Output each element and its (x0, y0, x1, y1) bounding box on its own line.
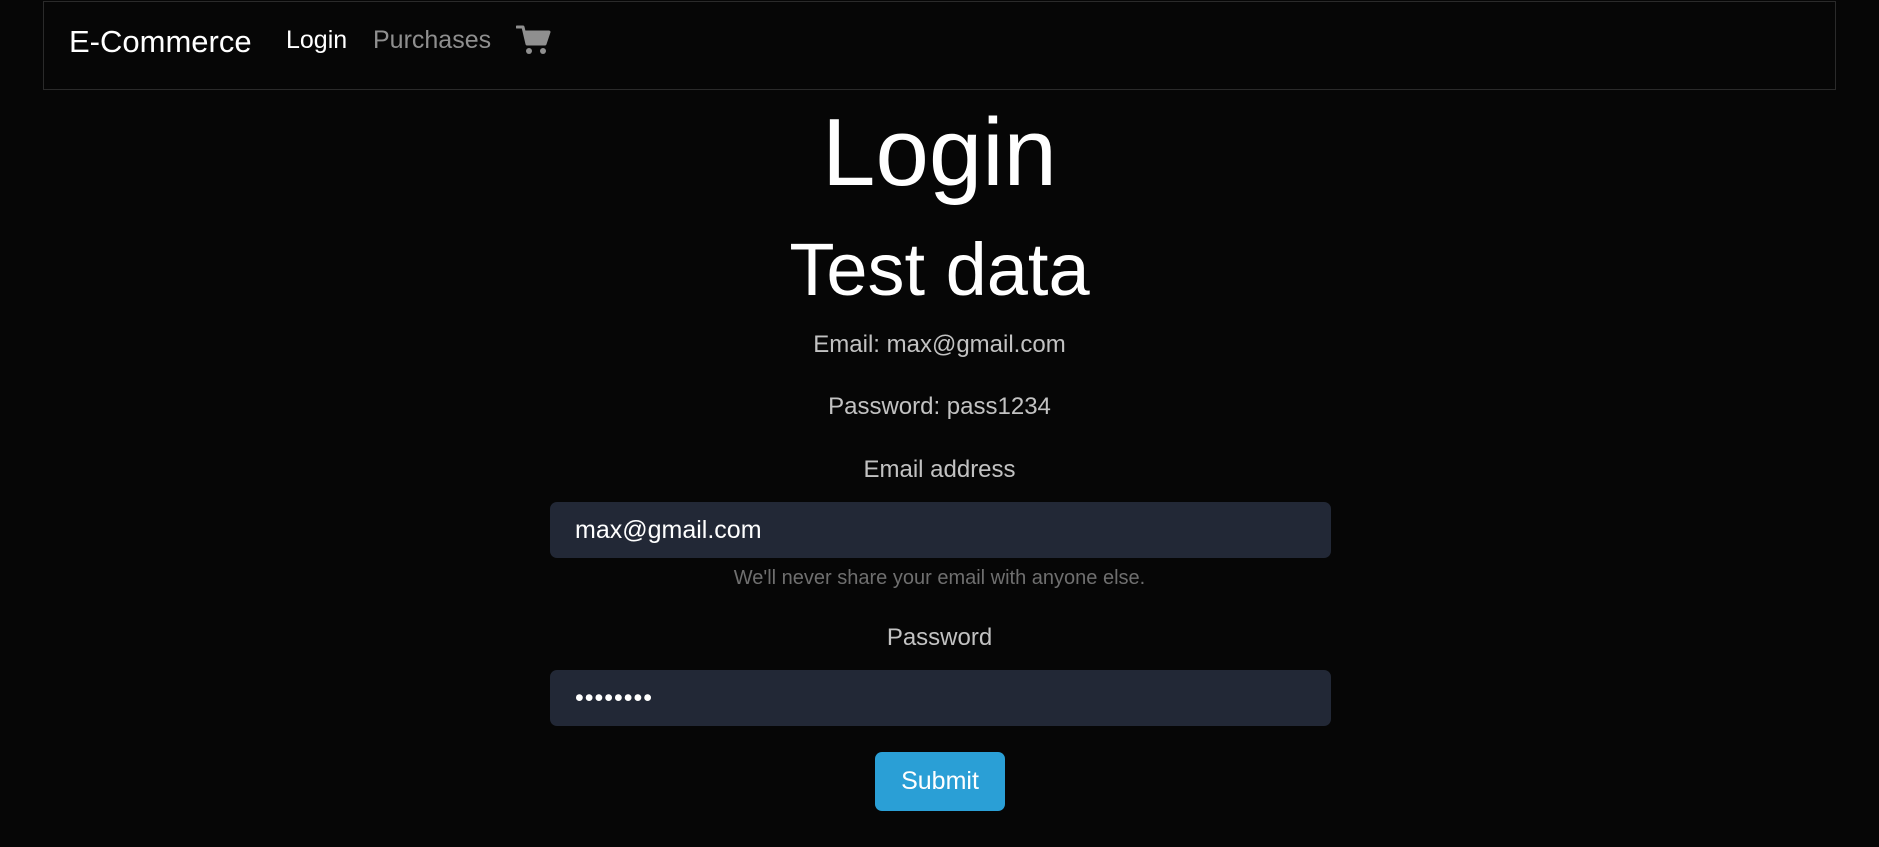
submit-button[interactable]: Submit (875, 752, 1005, 811)
navbar: E-Commerce Login Purchases (43, 1, 1836, 90)
email-help-text: We'll never share your email with anyone… (733, 567, 1146, 589)
nav-link-login[interactable]: Login (286, 26, 347, 55)
test-data-heading: Test data (789, 228, 1090, 311)
email-label: Email address (863, 456, 1016, 483)
password-input[interactable]: •••••••• (550, 670, 1331, 726)
test-email-text: Email: max@gmail.com (813, 331, 1066, 358)
test-password-text: Password: pass1234 (828, 393, 1051, 420)
shopping-cart-icon[interactable] (515, 24, 552, 56)
password-label: Password (886, 624, 993, 651)
page-title: Login (822, 99, 1057, 206)
brand-link[interactable]: E-Commerce (69, 24, 252, 60)
email-input[interactable]: max@gmail.com (550, 502, 1331, 558)
nav-link-purchases[interactable]: Purchases (373, 26, 491, 55)
